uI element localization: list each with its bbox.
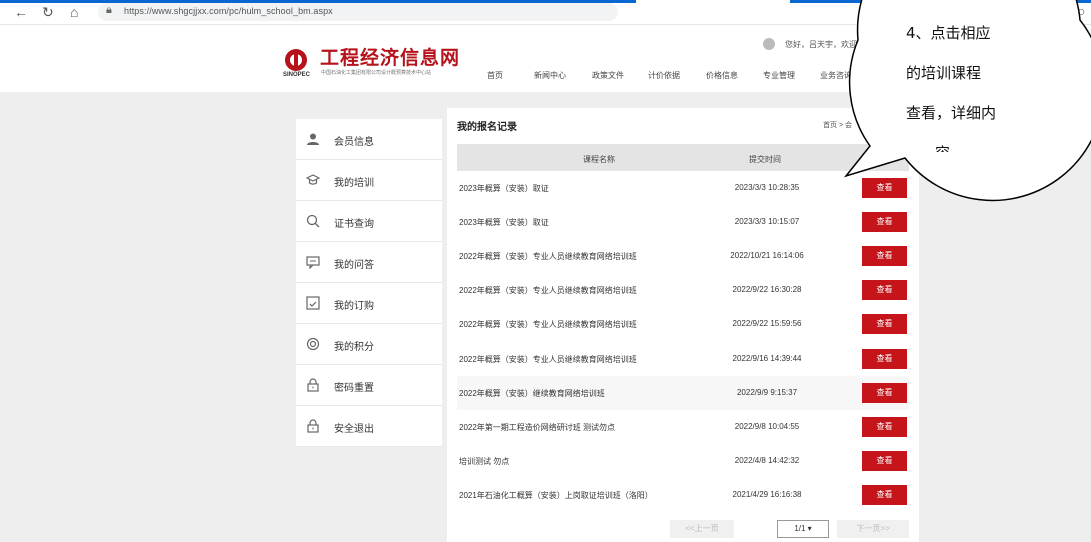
column-header-course: 课程名称 — [583, 155, 615, 164]
user-icon — [306, 132, 320, 146]
lock-icon — [306, 378, 320, 392]
view-button[interactable]: 查看 — [862, 484, 907, 505]
course-name: 2022年概算（安装）专业人员继续教育网络培训班 — [459, 252, 637, 262]
order-check-icon — [306, 296, 320, 310]
view-button[interactable]: 查看 — [862, 450, 907, 471]
lock-exit-icon — [306, 419, 320, 433]
search-icon[interactable]: ○ — [1077, 3, 1085, 19]
table-row: 2022年概算（安装）继续教育网络培训班 2022/9/9 9:15:37 查看 — [457, 375, 909, 410]
sidebar-item-my-qa[interactable]: 我的问答 — [296, 242, 442, 283]
page-select[interactable]: 1/1 ▾ — [777, 520, 829, 538]
table-row: 培训测试 勿点 2022/4/8 14:42:32 查看 — [457, 444, 909, 478]
course-name: 2023年概算（安装）取证 — [459, 218, 549, 228]
course-name: 2022年概算（安装）专业人员继续教育网络培训班 — [459, 320, 637, 330]
nav-price-info[interactable]: 价格信息 — [706, 70, 738, 81]
address-bar[interactable]: 🔒︎ https://www.shgcjjxx.com/pc/hulm_scho… — [98, 3, 618, 21]
table-row: 2022年概算（安装）专业人员继续教育网络培训班 2022/10/21 16:14… — [457, 239, 909, 273]
table-row: 2022年第一期工程造价网络研讨班 测试勿点 2022/9/8 10:04:55 查… — [457, 410, 909, 444]
view-button[interactable]: 查看 — [862, 416, 907, 437]
member-sidebar: 会员信息 我的培训 证书查询 我的问答 我的订购 我的积分 密码重置 安全退出 — [296, 119, 442, 447]
sidebar-item-label: 证书查询 — [334, 219, 374, 230]
table-row: 2023年概算（安装）取证 2023/3/3 10:15:07 查看 — [457, 205, 909, 239]
url-text: https://www.shgcjjxx.com/pc/hulm_school_… — [124, 6, 333, 16]
nav-policy[interactable]: 政策文件 — [592, 70, 624, 81]
page-title: 我的报名记录 — [457, 122, 517, 133]
table-row: 2021年石油化工概算（安装）上岗取证培训班（洛阳） 2021/4/29 16:1… — [457, 478, 909, 512]
sidebar-item-certificate-query[interactable]: 证书查询 — [296, 201, 442, 242]
sidebar-item-my-orders[interactable]: 我的订购 — [296, 283, 442, 324]
site-logo-title: 工程经济信息网 — [320, 47, 461, 69]
callout-line: 的培训课程 — [906, 64, 982, 82]
nav-pricing-basis[interactable]: 计价依据 — [648, 70, 680, 81]
logo-icon — [285, 49, 307, 71]
sidebar-item-label: 我的问答 — [334, 260, 374, 271]
table-row: 2022年概算（安装）专业人员继续教育网络培训班 2022/9/22 16:30:… — [457, 273, 909, 307]
course-name: 2022年第一期工程造价网络研讨班 测试勿点 — [459, 422, 616, 432]
callout-line: 查看，详细内 — [906, 104, 997, 122]
registration-records-panel: 我的报名记录 首页 > 会 课程名称 提交时间 2023年概算（安装）取证 202… — [447, 108, 919, 542]
view-button[interactable]: 查看 — [862, 246, 907, 267]
nav-home[interactable]: 首页 — [487, 70, 503, 81]
sidebar-item-logout[interactable]: 安全退出 — [296, 406, 442, 447]
table-row: 2022年概算（安装）专业人员继续教育网络培训班 2022/9/16 14:39:… — [457, 342, 909, 376]
reload-icon[interactable]: ↻ — [42, 4, 54, 20]
view-button[interactable]: 查看 — [862, 348, 907, 369]
nav-professional[interactable]: 专业管理 — [763, 70, 795, 81]
tab-indicator — [790, 0, 1091, 3]
lock-icon: 🔒︎ — [106, 4, 112, 16]
back-arrow-icon[interactable]: ← — [14, 4, 28, 20]
sidebar-item-my-training[interactable]: 我的培训 — [296, 160, 442, 201]
callout-line: 容 — [935, 142, 950, 152]
sidebar-item-label: 会员信息 — [334, 137, 374, 148]
next-page-button[interactable]: 下一页>> — [837, 520, 909, 538]
table-row: 2022年概算（安装）专业人员继续教育网络培训班 2022/9/22 15:59:… — [457, 307, 909, 341]
sidebar-item-my-points[interactable]: 我的积分 — [296, 324, 442, 365]
course-name: 2022年概算（安装）专业人员继续教育网络培训班 — [459, 286, 637, 296]
user-greeting: 您好，吕天宇，欢迎 — [785, 40, 857, 49]
table-row: 2023年概算（安装）取证 2023/3/3 10:28:35 查看 — [457, 171, 909, 205]
sidebar-item-label: 安全退出 — [334, 424, 374, 435]
course-name: 2023年概算（安装）取证 — [459, 184, 549, 193]
view-button[interactable]: 查看 — [862, 280, 907, 301]
site-logo-en: SINOPEC — [283, 72, 311, 78]
nav-news[interactable]: 新闻中心 — [534, 70, 566, 81]
sidebar-item-member-info[interactable]: 会员信息 — [296, 119, 442, 160]
course-name: 2022年概算（安装）继续教育网络培训班 — [459, 388, 605, 398]
sidebar-item-label: 密码重置 — [334, 383, 374, 394]
prev-page-button[interactable]: <<上一页 — [670, 520, 734, 538]
site-logo-subtitle: 中国石油化工集团有限公司设计概预算技术中心站 — [321, 70, 432, 76]
view-button[interactable]: 查看 — [862, 382, 907, 403]
course-name: 培训测试 勿点 — [459, 456, 510, 466]
graduation-cap-icon — [305, 173, 321, 187]
callout-line: 4、点击相应 — [906, 24, 991, 42]
sidebar-item-label: 我的订购 — [334, 301, 374, 312]
breadcrumb[interactable]: 首页 > 会 — [823, 120, 852, 130]
sidebar-item-label: 我的积分 — [334, 342, 374, 353]
column-header-time: 提交时间 — [749, 155, 781, 164]
course-name: 2021年石油化工概算（安装）上岗取证培训班（洛阳） — [459, 490, 653, 500]
table-header: 课程名称 提交时间 — [457, 144, 909, 171]
avatar-icon — [763, 38, 775, 50]
points-icon — [306, 337, 320, 351]
view-button[interactable]: 查看 — [862, 178, 907, 198]
sidebar-item-label: 我的培训 — [334, 178, 374, 189]
view-button[interactable]: 查看 — [862, 314, 907, 335]
sidebar-item-password-reset[interactable]: 密码重置 — [296, 365, 442, 406]
course-name: 2022年概算（安装）专业人员继续教育网络培训班 — [459, 354, 637, 364]
view-button[interactable]: 查看 — [862, 212, 907, 233]
nav-consulting[interactable]: 业务咨询 — [820, 70, 852, 81]
home-icon[interactable]: ⌂ — [70, 4, 78, 20]
chat-icon — [306, 255, 320, 270]
search-icon — [306, 214, 320, 228]
